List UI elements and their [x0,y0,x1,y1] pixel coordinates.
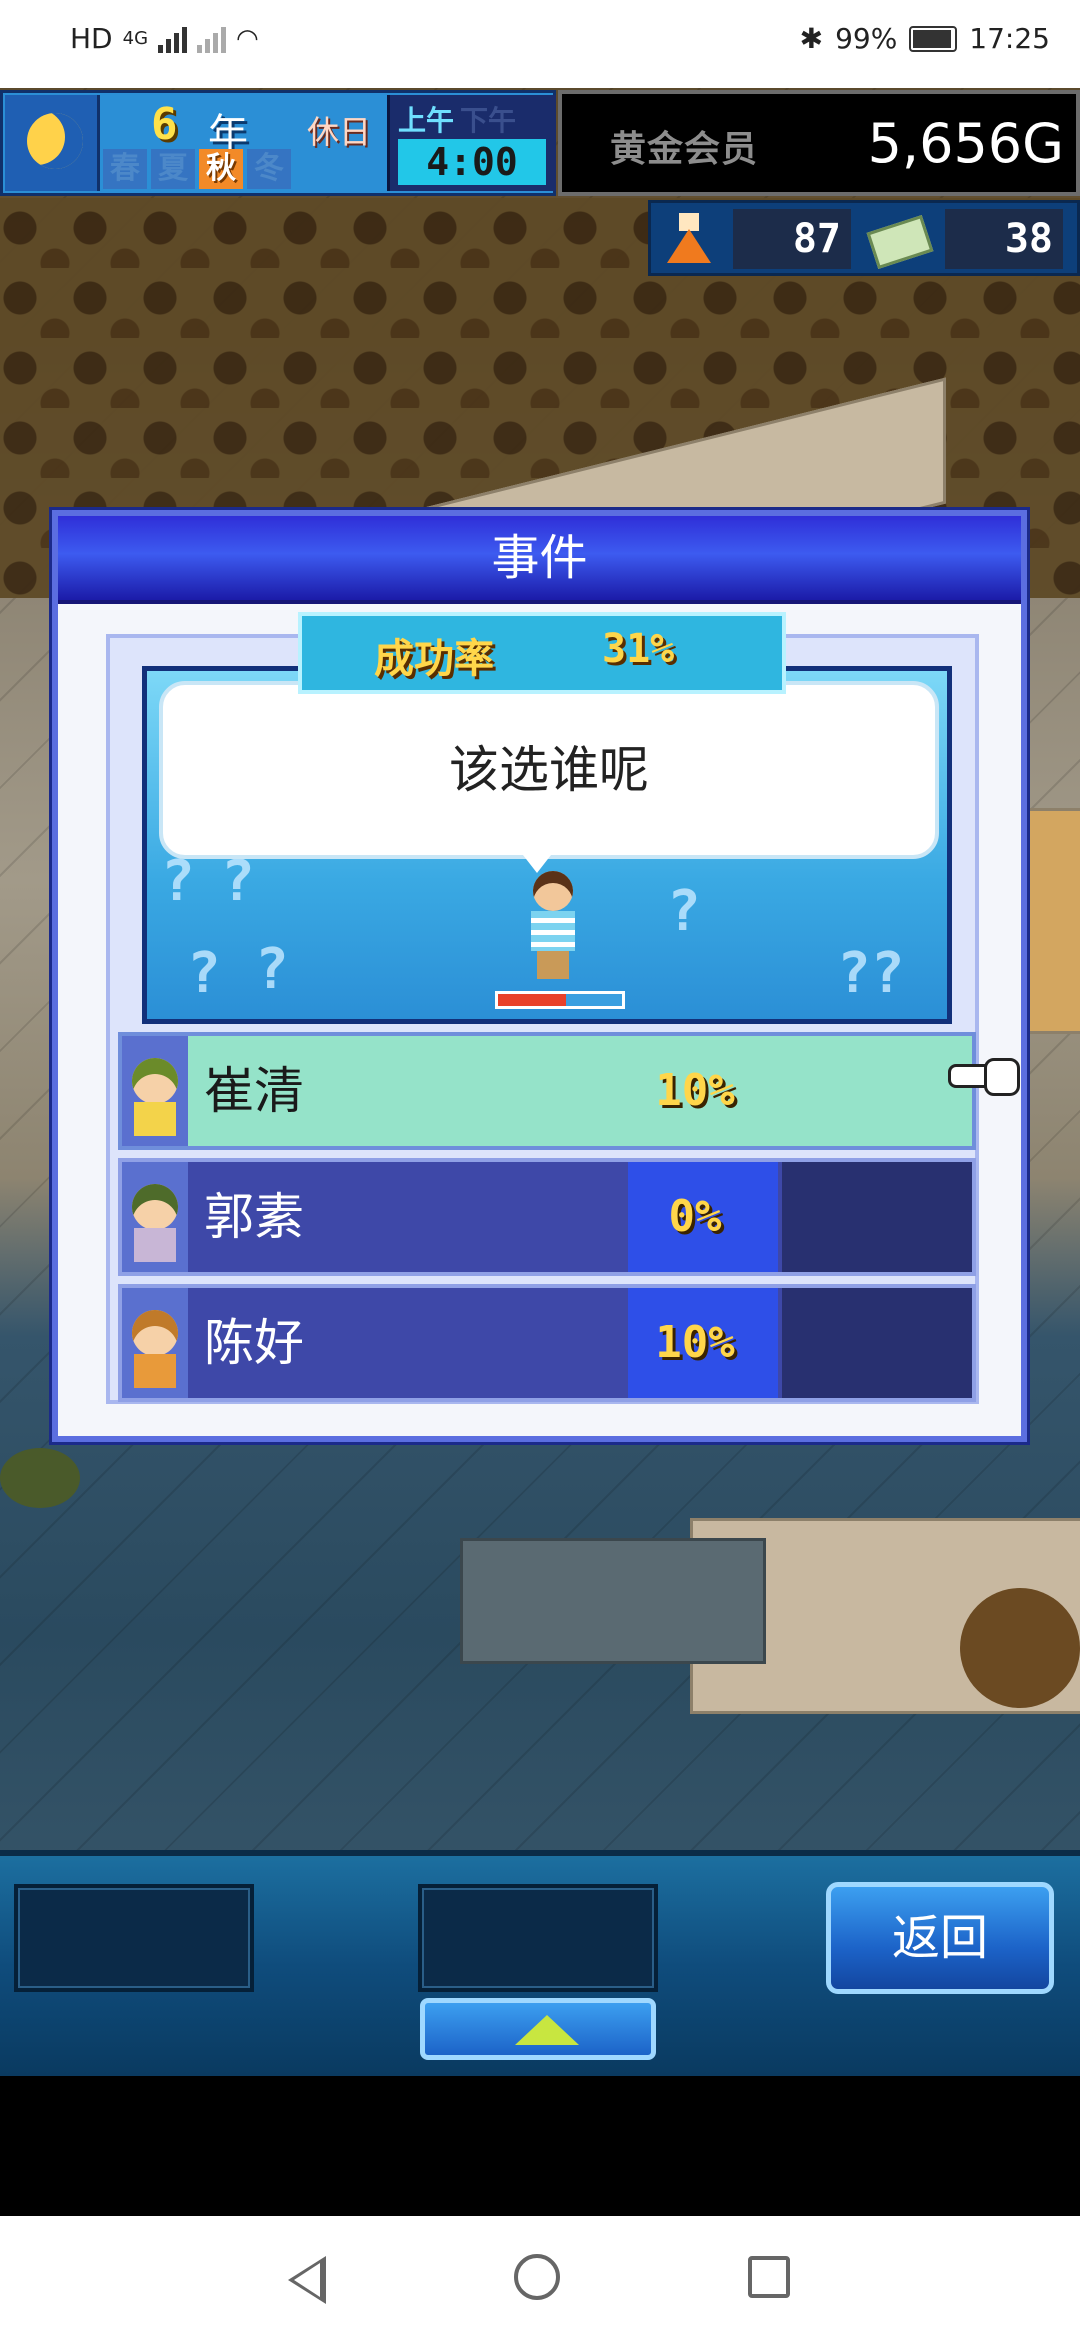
season-autumn: 秋 [199,149,243,189]
signal-2-icon [197,25,227,53]
candidate-row[interactable]: 郭素 0% [118,1158,976,1276]
command-slot-1[interactable] [14,1884,254,1992]
speech-text: 该选谁呢 [449,741,649,799]
question-mark-icon: ? [187,941,221,1006]
candidate-row[interactable]: 陈好 10% [118,1284,976,1402]
candidate-percent: 10% [655,1317,735,1368]
candidate-percent: 10% [655,1065,735,1116]
hand-pointer-icon [948,1054,1020,1096]
character-head [533,871,573,911]
event-dialog: 事件 成功率 31% ? ? ? ? ? ?? 该选谁呢 崔清 10% 郭素 0… [52,510,1027,1442]
question-mark-icon: ? [667,879,701,944]
character-gauge-fill [498,994,567,1006]
building-garage [460,1538,766,1664]
candidate-portrait [122,1036,188,1146]
nav-home-icon[interactable] [514,2254,560,2300]
holiday-label: 休日 [307,113,372,151]
dialog-title: 事件 [491,530,588,586]
pm-label: 下午 [460,104,517,137]
flask-icon [661,209,721,269]
season-indicator: 春 夏 秋 冬 [103,149,291,189]
candidate-portrait [122,1288,188,1398]
character-body [531,911,575,951]
season-summer: 夏 [151,149,195,189]
question-mark-icon: ? [255,937,289,1002]
date-time-panel[interactable]: 6 年 休日 春 夏 秋 冬 上午 下午 4:00 [0,90,556,196]
question-mark-icon: ?? [837,941,905,1006]
nav-recent-apps-icon[interactable] [748,2256,790,2298]
character-legs [537,951,569,979]
tree [960,1588,1080,1708]
clock-time: 17:25 [969,22,1050,55]
season-spring: 春 [103,149,147,189]
empty-cell [782,1162,972,1272]
season-winter: 冬 [247,149,291,189]
gold-amount: 5,656G [867,112,1064,175]
candidate-name: 郭素 [204,1188,304,1246]
resource-panel[interactable]: 87 38 [648,200,1080,276]
candidate-row[interactable]: 崔清 10% [118,1032,976,1150]
event-scene: ? ? ? ? ? ?? 该选谁呢 [142,666,952,1024]
status-bar: HD 4G ◠ ✱ 99% 17:25 [0,0,1080,88]
candidate-name: 崔清 [204,1062,304,1120]
bluetooth-icon: ✱ [799,22,824,55]
wifi-icon: ◠ [236,23,259,54]
character-sprite [525,871,581,983]
battery-percent: 99% [835,22,898,55]
success-rate-value: 31% [602,626,675,672]
time-box: 上午 下午 4:00 [387,95,556,191]
gold-member-label: 黄金会员 [610,129,759,170]
candidate-name: 陈好 [204,1314,304,1372]
am-label: 上午 [398,104,455,137]
up-arrow-button[interactable] [420,1998,656,2060]
candidate-percent: 0% [668,1191,722,1242]
night-moon-icon [27,113,83,169]
nav-back-icon[interactable] [288,2256,326,2304]
success-rate-label: 成功率 [374,636,494,682]
empty-cell [782,1288,972,1398]
ticket-count: 38 [945,209,1063,269]
game-clock: 4:00 [398,139,546,185]
research-points: 87 [733,209,851,269]
character-gauge [495,991,625,1009]
candidate-portrait [122,1162,188,1272]
day-night-indicator [5,95,100,191]
tree [0,1448,80,1508]
money-panel[interactable]: 黄金会员 5,656G [558,90,1080,196]
back-button[interactable]: 返回 [826,1882,1054,1994]
up-arrow-icon [515,2015,579,2045]
signal-label: 4G [122,28,149,49]
success-rate-tab: 成功率 31% [298,612,786,694]
bottom-command-bar: 返回 [0,1850,1080,2076]
network-label: HD [70,22,113,55]
command-slot-2[interactable] [418,1884,658,1992]
signal-icon [158,25,188,53]
speech-bubble: 该选谁呢 [159,681,939,859]
battery-icon [909,25,958,52]
year-number: 6 [151,99,178,150]
dialog-title-bar: 事件 [58,516,1021,604]
ticket-icon [867,209,927,269]
android-navigation-bar [0,2216,1080,2340]
